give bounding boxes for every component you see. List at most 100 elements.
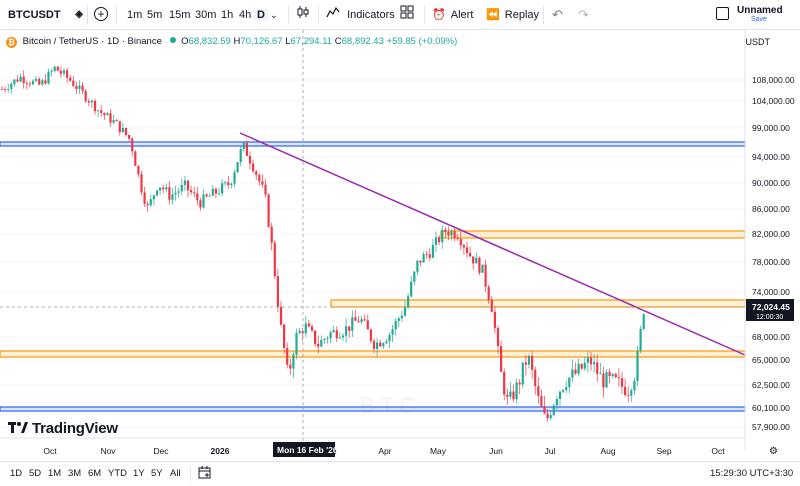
candle bbox=[521, 362, 524, 388]
orange-zone-72k bbox=[330, 299, 746, 308]
compare-add-icon[interactable]: + bbox=[94, 5, 108, 25]
close-value: 68,892.43 bbox=[341, 36, 384, 47]
symbol-label: BTCUSDT bbox=[8, 9, 61, 21]
date-range-icon[interactable] bbox=[198, 466, 211, 482]
y-tick-label: 60,100.00 bbox=[752, 403, 790, 413]
alarm-clock-icon: ⏰ bbox=[432, 9, 446, 21]
y-tick-label: 68,000.00 bbox=[752, 332, 790, 342]
tradingview-mark-icon bbox=[8, 420, 28, 436]
interval-d[interactable]: D bbox=[254, 5, 268, 25]
candle bbox=[639, 326, 642, 354]
candle bbox=[642, 313, 645, 331]
x-tick-label: Sep bbox=[656, 446, 671, 456]
redo-icon[interactable]: ↷ bbox=[578, 5, 589, 25]
blue-zone-upper bbox=[0, 141, 746, 147]
range-ytd[interactable]: YTD bbox=[108, 468, 127, 479]
tradingview-logo: TradingView bbox=[8, 420, 118, 437]
top-toolbar: BTCUSDT ◈ + 1m 5m 15m 30m 1h 4h D ⌄ Indi… bbox=[0, 0, 800, 30]
tradingview-wordmark: TradingView bbox=[32, 420, 118, 437]
bitcoin-badge-icon: ◈ bbox=[75, 9, 83, 20]
candle bbox=[236, 161, 239, 173]
orange-zone-82k bbox=[440, 230, 746, 239]
watermark-text: B T C bbox=[360, 393, 416, 418]
undo-icon[interactable]: ↶ bbox=[552, 5, 563, 25]
x-tick-label: Aug bbox=[600, 446, 615, 456]
y-tick-label: 62,500.00 bbox=[752, 380, 790, 390]
candle bbox=[134, 150, 137, 166]
alert-label: Alert bbox=[450, 9, 474, 21]
market-status-icon bbox=[169, 37, 176, 43]
x-tick-label: Jun bbox=[489, 446, 503, 456]
range-1d[interactable]: 1D bbox=[10, 468, 22, 479]
interval-4h[interactable]: 4h bbox=[236, 5, 254, 25]
interval-15m[interactable]: 15m bbox=[166, 5, 193, 25]
bottom-toolbar: 1D 5D 1M 3M 6M YTD 1Y 5Y All 15:29:30 UT… bbox=[0, 461, 800, 486]
price-chart[interactable]: B T C 108,000.00 104,000.00 99,000.00 94,00… bbox=[0, 30, 800, 460]
x-tick-label: Dec bbox=[153, 446, 169, 456]
save-button[interactable]: Save bbox=[751, 16, 767, 23]
x-tick-label: May bbox=[430, 446, 447, 456]
candle bbox=[478, 256, 481, 276]
x-tick-label: Oct bbox=[43, 446, 57, 456]
alert-button[interactable]: ⏰ Alert bbox=[432, 5, 473, 25]
y-tick-label: 74,000.00 bbox=[752, 287, 790, 297]
x-tick-label: 2026 bbox=[211, 446, 230, 456]
replay-icon: ⏪ bbox=[486, 9, 500, 21]
y-tick-label: 99,000.00 bbox=[752, 123, 790, 133]
replay-button[interactable]: ⏪ Replay bbox=[486, 5, 539, 25]
y-tick-label: 86,000.00 bbox=[752, 204, 790, 214]
candle bbox=[636, 345, 639, 387]
interval-1m[interactable]: 1m bbox=[124, 5, 145, 25]
layouts-grid-icon[interactable] bbox=[400, 5, 414, 25]
indicators-label: Indicators bbox=[347, 9, 395, 21]
y-tick-label: 94,000.00 bbox=[752, 152, 790, 162]
range-5d[interactable]: 5D bbox=[29, 468, 41, 479]
crosshair-date-label: Mon 16 Feb '26 bbox=[277, 445, 338, 455]
clock-timezone[interactable]: 15:29:30 UTC+3:30 bbox=[710, 468, 793, 479]
candle bbox=[552, 403, 555, 417]
range-6m[interactable]: 6M bbox=[88, 468, 101, 479]
range-1y[interactable]: 1Y bbox=[133, 468, 145, 479]
range-3m[interactable]: 3M bbox=[68, 468, 81, 479]
y-tick-label: 90,000.00 bbox=[752, 178, 790, 188]
candle bbox=[140, 170, 143, 196]
x-tick-label: Apr bbox=[378, 446, 391, 456]
last-price-sub: 12:00:30 bbox=[756, 314, 783, 321]
open-label: O bbox=[181, 36, 189, 47]
y-tick-label: 65,000.00 bbox=[752, 355, 790, 365]
last-price-label: 72,024.45 bbox=[752, 302, 790, 312]
blue-zone-lower bbox=[0, 406, 746, 412]
layout-name[interactable]: Unnamed bbox=[737, 5, 783, 16]
bitcoin-logo-icon: ₿ bbox=[6, 37, 17, 48]
x-tick-label: Oct bbox=[711, 446, 725, 456]
candle bbox=[56, 66, 59, 72]
x-tick-label: Jul bbox=[545, 446, 556, 456]
interval-5m[interactable]: 5m bbox=[144, 5, 165, 25]
open-value: 68,832.59 bbox=[188, 36, 231, 47]
chevron-down-icon[interactable]: ⌄ bbox=[270, 5, 278, 25]
range-5y[interactable]: 5Y bbox=[151, 468, 163, 479]
gear-icon[interactable]: ⚙ bbox=[769, 446, 778, 457]
orange-zone-66k bbox=[0, 350, 746, 358]
range-all[interactable]: All bbox=[170, 468, 181, 479]
high-value: 70,126.67 bbox=[240, 36, 283, 47]
symbol-search[interactable]: BTCUSDT ◈ bbox=[4, 5, 88, 25]
interval-30m[interactable]: 30m bbox=[192, 5, 219, 25]
currency-selector[interactable]: USDT bbox=[746, 37, 771, 47]
candle bbox=[267, 192, 270, 228]
low-value: 67,294.11 bbox=[290, 36, 333, 47]
y-tick-label: 57,900.00 bbox=[752, 422, 790, 432]
symbol-title[interactable]: Bitcoin / TetherUS · 1D · Binance bbox=[23, 36, 162, 47]
layout-checkbox-icon[interactable] bbox=[716, 7, 729, 27]
y-tick-label: 82,000.00 bbox=[752, 229, 790, 239]
range-1m[interactable]: 1M bbox=[48, 468, 61, 479]
y-tick-label: 104,000.00 bbox=[752, 96, 795, 106]
candle bbox=[295, 328, 298, 360]
interval-1h[interactable]: 1h bbox=[218, 5, 236, 25]
x-tick-label: Nov bbox=[100, 446, 116, 456]
chart-legend: ₿ Bitcoin / TetherUS · 1D · Binance O68,… bbox=[6, 36, 457, 50]
change-value: +59.85 (+0.09%) bbox=[386, 36, 458, 47]
indicators-icon bbox=[326, 5, 340, 25]
candlestick-type-icon[interactable] bbox=[296, 5, 310, 25]
indicators-button[interactable]: Indicators bbox=[326, 5, 395, 25]
